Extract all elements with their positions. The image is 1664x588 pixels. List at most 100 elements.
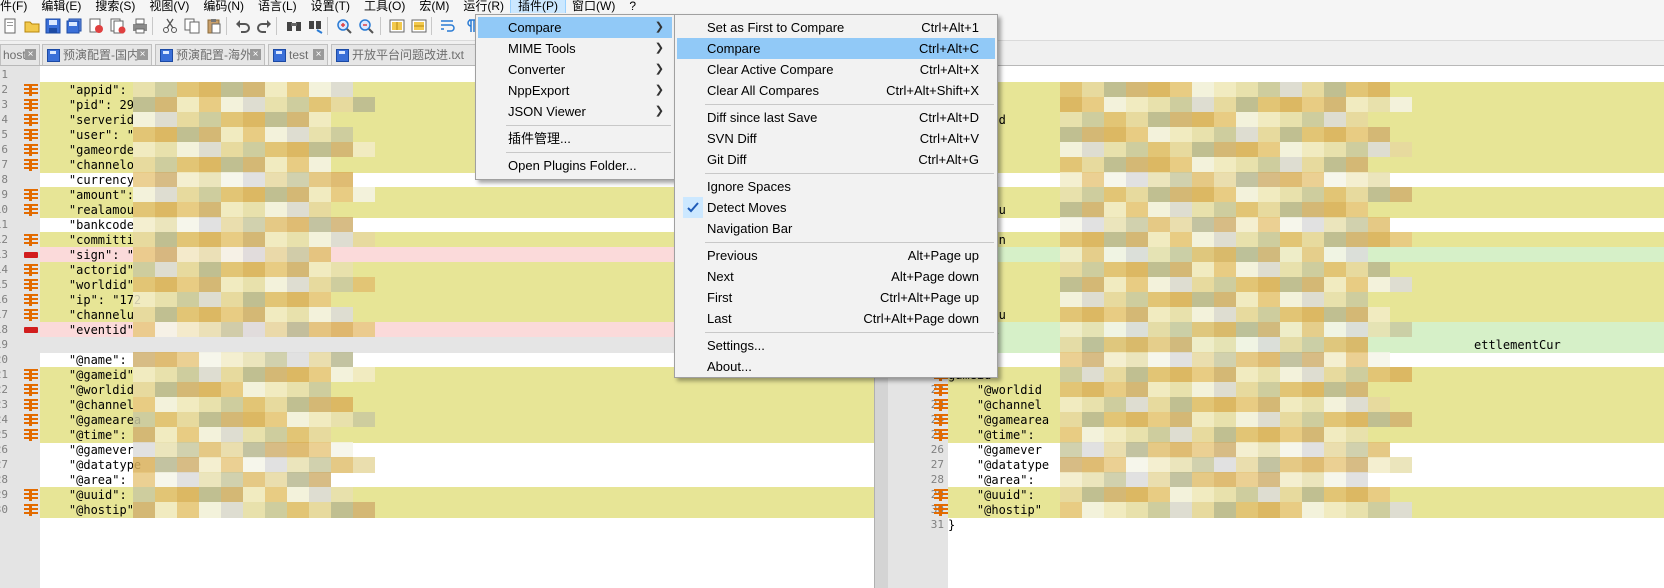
close-icon[interactable]	[137, 49, 148, 60]
sync-vertical-icon[interactable]	[389, 18, 405, 34]
redacted-region	[243, 427, 265, 443]
redacted-region	[331, 217, 353, 233]
redacted-region	[265, 442, 287, 458]
new-file-icon[interactable]	[2, 18, 18, 34]
word-wrap-icon[interactable]	[440, 18, 456, 34]
zoom-out-icon[interactable]	[358, 18, 374, 34]
menu-item-shortcut: Ctrl+Alt+C	[919, 41, 979, 56]
menu-item-navigation-bar[interactable]: Navigation Bar	[677, 218, 995, 239]
menu-item-previous[interactable]: Previous Alt+Page up	[677, 245, 995, 266]
menu-item-about[interactable]: About...	[677, 356, 995, 377]
close-icon[interactable]	[313, 49, 324, 60]
redacted-region	[177, 247, 199, 263]
menubar-item[interactable]: 宏(M)	[412, 0, 456, 13]
menu-item-diff-since-last-save[interactable]: Diff since last Save Ctrl+Alt+D	[677, 107, 995, 128]
menu-item-open-plugins-folder[interactable]: Open Plugins Folder...	[478, 155, 672, 176]
menu-item-json-viewer[interactable]: JSON Viewer ❯	[478, 101, 672, 122]
menu-separator	[705, 242, 994, 243]
redacted-region	[133, 472, 155, 488]
menubar-item[interactable]: 设置(T)	[304, 0, 357, 13]
close-icon[interactable]	[25, 49, 36, 60]
redacted-region	[1302, 262, 1324, 278]
menubar-item[interactable]: 编码(N)	[196, 0, 251, 13]
menubar-item[interactable]: 运行(R)	[456, 0, 511, 13]
menubar-item[interactable]: 工具(O)	[357, 0, 412, 13]
menu-item-detect-moves[interactable]: Detect Moves	[677, 197, 995, 218]
menu-item-nppexport[interactable]: NppExport ❯	[478, 80, 672, 101]
close-all-icon[interactable]	[110, 18, 126, 34]
redacted-region	[309, 367, 331, 383]
menubar-item[interactable]: 编辑(E)	[34, 0, 88, 13]
menubar-item[interactable]: 件(F)	[0, 0, 34, 13]
redacted-region	[1280, 352, 1302, 368]
menu-item-git-diff[interactable]: Git Diff Ctrl+Alt+G	[677, 149, 995, 170]
redacted-region	[1148, 382, 1170, 398]
tab-open-platform-notes[interactable]: 开放平台问题改进.txt	[331, 44, 493, 65]
redacted-region	[177, 307, 199, 323]
menu-item-clear-all-compares[interactable]: Clear All Compares Ctrl+Alt+Shift+X	[677, 80, 995, 101]
open-icon[interactable]	[24, 18, 40, 34]
menubar-item[interactable]: ?	[622, 0, 643, 13]
close-icon[interactable]	[250, 49, 261, 60]
redacted-region	[1236, 112, 1258, 128]
menu-item-next[interactable]: Next Alt+Page down	[677, 266, 995, 287]
redacted-region	[1148, 427, 1170, 443]
menu-item-svn-diff[interactable]: SVN Diff Ctrl+Alt+V	[677, 128, 995, 149]
code-text: "@uuid":	[40, 488, 134, 502]
tab-hosts[interactable]: hosts	[0, 44, 40, 65]
right-editor[interactable]: 22232425262728293031 appid": id": 21serv…	[888, 66, 1664, 588]
menu-item-clear-active-compare[interactable]: Clear Active Compare Ctrl+Alt+X	[677, 59, 995, 80]
menu-separator	[506, 125, 671, 126]
tab-preview-config-domestic[interactable]: 预演配置-国内	[42, 44, 152, 65]
redacted-region	[1302, 337, 1324, 353]
menu-item-plugins-admin[interactable]: 插件管理...	[478, 128, 672, 149]
tab-test[interactable]: test	[268, 44, 328, 65]
tab-preview-config-overseas[interactable]: 预演配置-海外	[155, 44, 265, 65]
redacted-region	[1324, 157, 1346, 173]
print-icon[interactable]	[132, 18, 148, 34]
menubar-item[interactable]: 语言(L)	[251, 0, 304, 13]
menubar-item[interactable]: 视图(V)	[142, 0, 196, 13]
menu-item-set-as-first-to-compare[interactable]: Set as First to Compare Ctrl+Alt+1	[677, 17, 995, 38]
menubar-item[interactable]: 搜索(S)	[88, 0, 142, 13]
redacted-region	[1126, 457, 1148, 473]
redacted-region	[155, 157, 177, 173]
redacted-region	[133, 292, 155, 308]
copy-icon[interactable]	[184, 18, 200, 34]
redacted-region	[1236, 202, 1258, 218]
zoom-in-icon[interactable]	[336, 18, 352, 34]
code-line[interactable]	[948, 67, 1664, 83]
save-icon	[273, 49, 286, 62]
line-number-text: 10	[0, 203, 8, 216]
redacted-region	[1324, 352, 1346, 368]
line-number-text: 30	[0, 503, 8, 516]
menu-item-converter[interactable]: Converter ❯	[478, 59, 672, 80]
menu-item-ignore-spaces[interactable]: Ignore Spaces	[677, 176, 995, 197]
menubar-item[interactable]: 窗口(W)	[565, 0, 622, 13]
close-icon[interactable]	[88, 18, 104, 34]
redacted-region	[177, 277, 199, 293]
menu-item-shortcut: Ctrl+Alt+G	[918, 152, 979, 167]
changed-line-marker-icon	[24, 234, 38, 246]
save-icon[interactable]	[45, 18, 61, 34]
menu-item-settings[interactable]: Settings...	[677, 335, 995, 356]
redo-icon[interactable]	[256, 18, 272, 34]
menubar-item[interactable]: 插件(P)	[510, 0, 566, 13]
redacted-region	[133, 172, 155, 188]
menu-item-first[interactable]: First Ctrl+Alt+Page up	[677, 287, 995, 308]
menu-item-mime-tools[interactable]: MIME Tools ❯	[478, 38, 672, 59]
cut-icon[interactable]	[162, 18, 178, 34]
redacted-region	[1324, 442, 1346, 458]
redacted-region	[265, 427, 287, 443]
menu-item-compare[interactable]: Compare ❯	[478, 17, 672, 38]
paste-icon[interactable]	[206, 18, 222, 34]
code-line[interactable]: }	[948, 517, 1664, 533]
redacted-region	[1280, 82, 1302, 98]
undo-icon[interactable]	[235, 18, 251, 34]
menu-item-last[interactable]: Last Ctrl+Alt+Page down	[677, 308, 995, 329]
find-icon[interactable]	[286, 18, 302, 34]
sync-horizontal-icon[interactable]	[411, 18, 427, 34]
menu-item-compare[interactable]: Compare Ctrl+Alt+C	[677, 38, 995, 59]
save-all-icon[interactable]	[66, 18, 82, 34]
replace-icon[interactable]	[308, 18, 324, 34]
